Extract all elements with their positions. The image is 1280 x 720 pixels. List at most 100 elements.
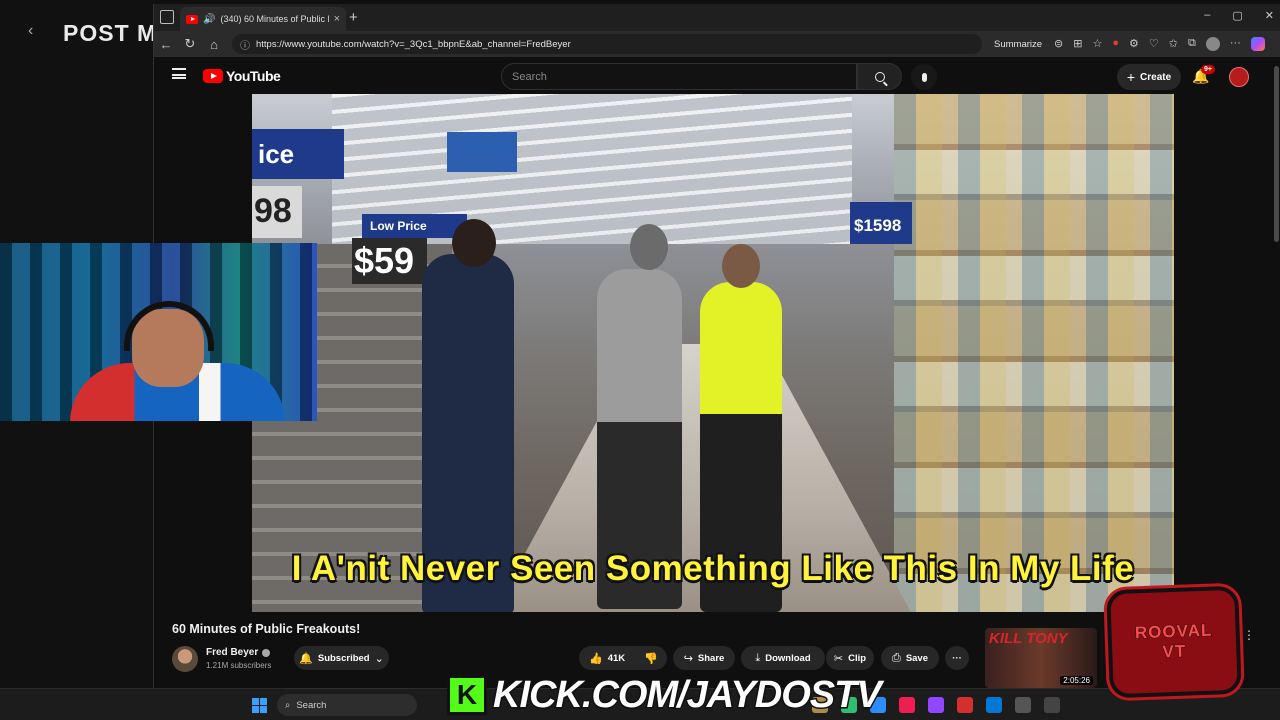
app-icon-8[interactable] [1015, 697, 1031, 713]
home-icon[interactable]: ⌂ [202, 37, 226, 52]
account-avatar[interactable] [1229, 67, 1249, 87]
page-scrollbar[interactable] [1274, 66, 1279, 242]
maximize-button[interactable]: ▢ [1232, 9, 1242, 22]
like-count[interactable]: 41K [608, 653, 625, 664]
read-aloud-icon[interactable]: ⊜ [1054, 37, 1063, 51]
channel-avatar[interactable] [172, 646, 198, 672]
close-window-button[interactable]: ✕ [1265, 9, 1274, 22]
new-tab-button[interactable]: + [349, 9, 358, 26]
app-icon-9[interactable] [1044, 697, 1060, 713]
edge-icon[interactable] [986, 697, 1002, 713]
browser-essentials-icon[interactable]: ♡ [1149, 37, 1159, 51]
extensions-row: ⊜ ⊞ ☆ ● ⚙ ♡ ✩ ⧉ ··· [1054, 37, 1265, 51]
taskbar-search-icon: ⌕ [285, 699, 291, 711]
search-box [501, 63, 857, 90]
tab-title: (340) 60 Minutes of Public F [220, 14, 329, 24]
windows-start-icon[interactable] [252, 698, 267, 713]
subscribed-button[interactable]: 🔔 Subscribed ⌄ [294, 646, 389, 670]
search-input[interactable] [512, 70, 856, 83]
back-arrow-icon[interactable]: ← [154, 37, 178, 52]
voice-search-button[interactable] [911, 64, 937, 90]
app-icon-6[interactable] [957, 697, 973, 713]
extensions-puzzle-icon[interactable]: ⚙ [1129, 37, 1139, 51]
screen: ‹ POST MA 🔊 (340) 60 Minutes of Public F… [0, 0, 1280, 720]
collections-icon[interactable]: ⧉ [1188, 37, 1196, 51]
window-controls: – ▢ ✕ [1204, 9, 1274, 22]
clip-label: Clip [848, 652, 867, 664]
video-player[interactable]: ice 98 Low Price $59 $1598 I A'nit Never… [252, 94, 1174, 612]
save-label: Save [905, 652, 928, 664]
notifications-badge: 9+ [1201, 65, 1215, 74]
summarize-button[interactable]: Summarize [994, 39, 1042, 50]
minimize-button[interactable]: – [1204, 9, 1210, 22]
sidebar-toggle-icon[interactable] [160, 10, 174, 24]
url-text: https://www.youtube.com/watch?v=_3Qc1_bb… [256, 38, 571, 50]
site-info-icon[interactable]: ⓘ [240, 37, 250, 52]
video-person-right-head [722, 244, 760, 288]
back-chevron-icon[interactable]: ‹ [28, 22, 33, 40]
profile-avatar[interactable] [1205, 37, 1220, 51]
tab-close-icon[interactable]: × [334, 13, 340, 25]
taskbar-search-label: Search [296, 699, 327, 711]
youtube-logo[interactable]: YouTube [203, 68, 281, 84]
video-hanging-sign [447, 132, 517, 172]
recommended-video-thumbnail[interactable]: KILL TONY 2:05:26 [985, 628, 1097, 688]
address-bar-row: ← ↻ ⌂ ⓘ https://www.youtube.com/watch?v=… [154, 31, 1280, 57]
channel-name-text: Fred Beyer [206, 647, 259, 658]
microphone-icon [921, 72, 927, 82]
more-menu-icon[interactable]: ··· [1230, 37, 1241, 51]
subscribed-label: Subscribed [317, 652, 370, 664]
streamer-webcam [0, 243, 317, 421]
video-sign-price-top: 98 [252, 186, 302, 238]
youtube-logo-text: YouTube [226, 68, 281, 84]
extension-icon[interactable]: ● [1112, 37, 1119, 51]
hamburger-menu-icon[interactable] [172, 68, 186, 79]
speaker-icon[interactable]: 🔊 [203, 14, 215, 25]
save-button[interactable]: ⎙ Save [881, 646, 939, 670]
url-field[interactable]: ⓘ https://www.youtube.com/watch?v=_3Qc1_… [232, 34, 982, 54]
favorite-star-icon[interactable]: ☆ [1092, 37, 1102, 51]
share-label: Share [697, 652, 725, 664]
video-sign-low-price: Low Price [362, 214, 467, 238]
scissors-icon: ✂ [833, 652, 844, 665]
favorites-icon[interactable]: ✩ [1169, 37, 1178, 51]
app-icon-5[interactable] [928, 697, 944, 713]
browser-window: 🔊 (340) 60 Minutes of Public F × + – ▢ ✕… [153, 4, 1280, 688]
split-screen-icon[interactable]: ⊞ [1073, 37, 1082, 51]
video-title: 60 Minutes of Public Freakouts! [172, 622, 361, 636]
video-sign-ice: ice [252, 129, 344, 179]
recommended-more-icon[interactable]: ⋮ [1243, 628, 1255, 642]
video-person-left-head [452, 219, 496, 267]
copilot-icon[interactable] [1250, 37, 1265, 51]
tab-youtube[interactable]: 🔊 (340) 60 Minutes of Public F × [180, 7, 346, 31]
thumbs-down-icon[interactable]: 👎 [644, 652, 658, 665]
clip-button[interactable]: ✂ Clip [826, 646, 874, 670]
channel-name[interactable]: Fred Beyer [206, 647, 271, 658]
video-right-shelf [894, 94, 1174, 612]
headset-icon [124, 301, 214, 351]
tab-bar: 🔊 (340) 60 Minutes of Public F × + – ▢ ✕ [154, 4, 1280, 31]
thumbs-up-icon[interactable]: 👍 [589, 652, 603, 665]
create-button[interactable]: + Create [1117, 64, 1181, 90]
download-label: Download [765, 652, 811, 664]
like-dislike-group: 👍 41K 👎 [579, 646, 667, 670]
share-arrow-icon: ↪ [683, 652, 693, 665]
video-subtitle: I A'nit Never Seen Something Like This I… [291, 549, 1135, 588]
more-actions-button[interactable]: ··· [945, 646, 969, 670]
streamer-badge-logo: ROOVAL VT [1106, 585, 1242, 699]
taskbar-search[interactable]: ⌕ Search [277, 694, 417, 716]
search-icon [874, 71, 885, 82]
kick-overlay: K KICK.COM/JAYDOSTV [447, 670, 883, 720]
tiktok-icon[interactable] [899, 697, 915, 713]
plus-icon: + [1126, 69, 1136, 85]
verified-check-icon [262, 648, 271, 657]
youtube-play-icon [203, 69, 223, 83]
youtube-favicon-icon [186, 14, 198, 24]
refresh-icon[interactable]: ↻ [178, 36, 202, 52]
search-button[interactable] [857, 63, 902, 90]
badge-line-1: ROOVAL [1134, 620, 1213, 643]
video-sign-price-left: $59 [352, 238, 427, 284]
download-button[interactable]: ⤓ Download [741, 646, 825, 670]
share-button[interactable]: ↪ Share [673, 646, 735, 670]
video-person-middle-head [630, 224, 668, 270]
